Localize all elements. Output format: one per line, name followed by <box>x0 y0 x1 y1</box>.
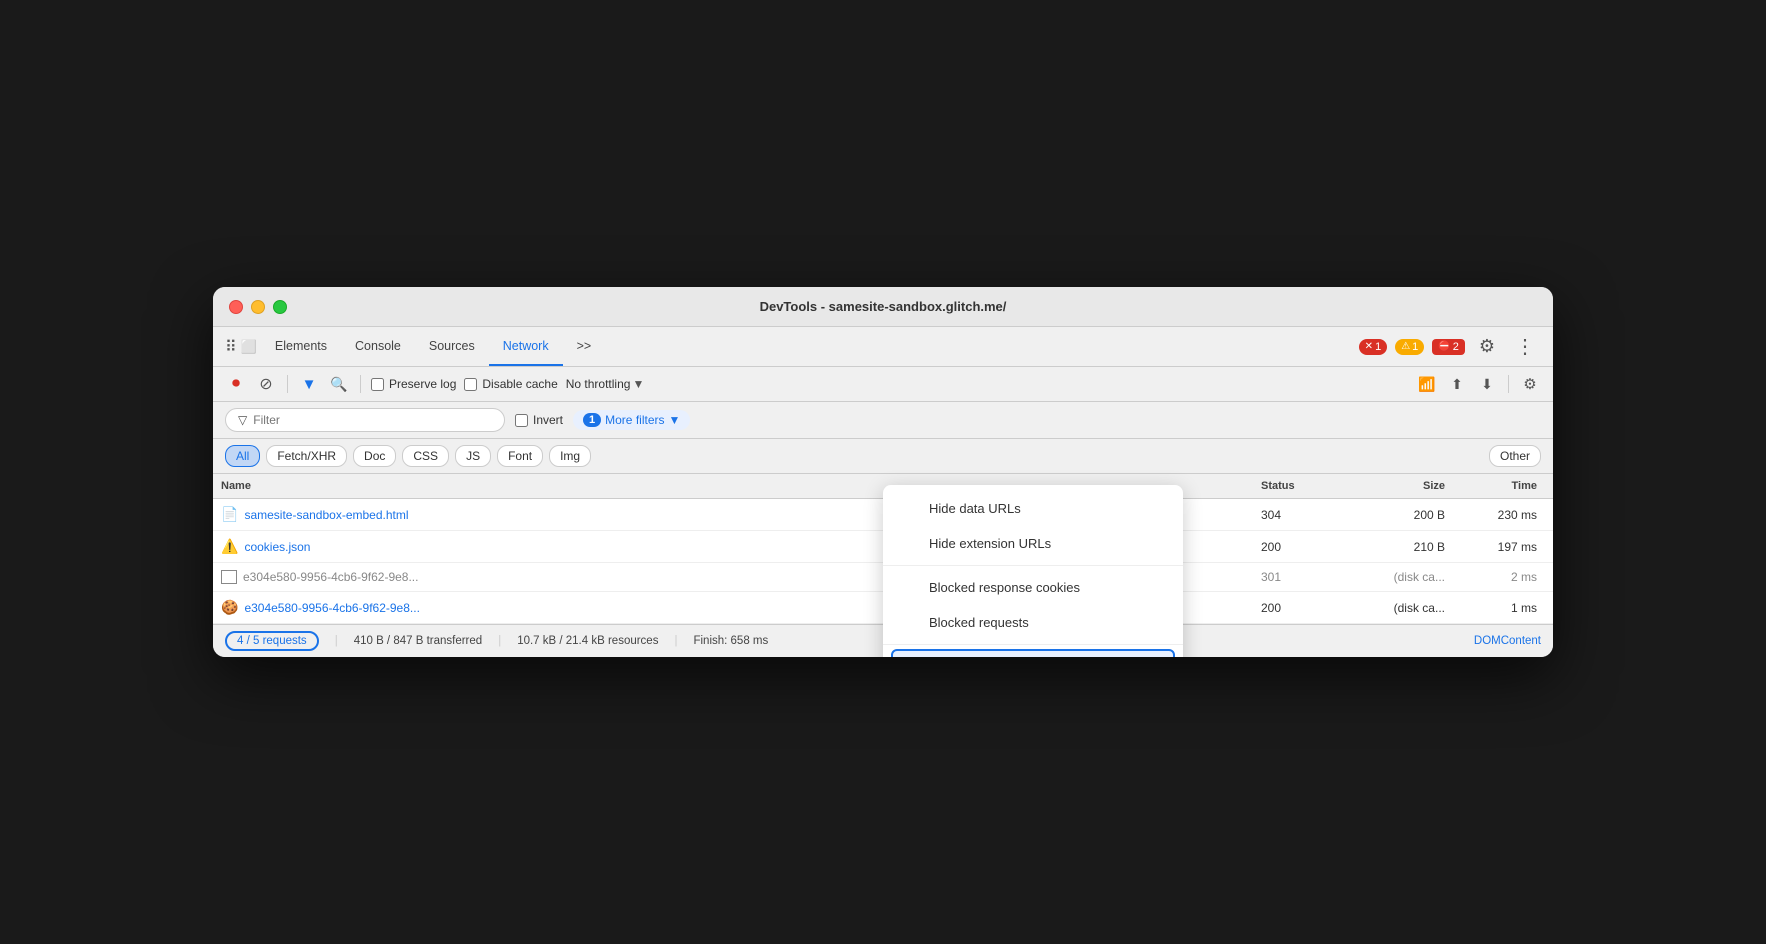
tabs-bar: ⠿ ⬜ Elements Console Sources Network >> … <box>213 327 1553 367</box>
chip-font[interactable]: Font <box>497 445 543 467</box>
network-settings-icon[interactable]: ⚙ <box>1519 373 1541 395</box>
disable-cache-checkbox[interactable] <box>464 378 477 391</box>
block-badge[interactable]: ⛔ 2 <box>1432 339 1465 355</box>
resource-size: 10.7 kB / 21.4 kB resources <box>517 635 658 647</box>
th-time: Time <box>1453 478 1553 494</box>
chip-doc[interactable]: Doc <box>353 445 396 467</box>
disable-cache-label[interactable]: Disable cache <box>464 377 557 391</box>
tab-network[interactable]: Network <box>489 327 563 366</box>
more-filters-dropdown: Hide data URLs Hide extension URLs Block… <box>883 485 1183 657</box>
selector-icon[interactable]: ⠿ <box>225 337 237 357</box>
dropdown-separator-2 <box>883 644 1183 645</box>
tab-more[interactable]: >> <box>563 327 606 366</box>
error-badge[interactable]: ✕ 1 <box>1359 339 1388 355</box>
filter-input-wrap: ▽ <box>225 408 505 432</box>
maximize-button[interactable] <box>273 300 287 314</box>
clear-button[interactable]: ⊘ <box>255 373 277 395</box>
traffic-lights <box>229 300 287 314</box>
row-filename-1: cookies.json <box>244 540 310 554</box>
td-status-0: 304 <box>1253 506 1333 524</box>
type-chips: All Fetch/XHR Doc CSS JS Font Img Other <box>213 439 1553 474</box>
doc-icon: 📄 <box>221 506 238 523</box>
td-size-3: (disk ca... <box>1333 599 1453 617</box>
close-button[interactable] <box>229 300 243 314</box>
chip-other[interactable]: Other <box>1489 445 1541 467</box>
td-size-2: (disk ca... <box>1333 568 1453 586</box>
throttle-arrow[interactable]: ▼ <box>632 377 644 391</box>
upload-icon[interactable]: ⬆ <box>1446 373 1468 395</box>
preserve-log-checkbox[interactable] <box>371 378 384 391</box>
invert-label[interactable]: Invert <box>515 413 563 427</box>
minimize-button[interactable] <box>251 300 265 314</box>
online-icon[interactable]: 📶 <box>1416 373 1438 395</box>
download-icon[interactable]: ⬇ <box>1476 373 1498 395</box>
record-button[interactable]: ⏺ <box>225 373 247 395</box>
chip-fetch-xhr[interactable]: Fetch/XHR <box>266 445 347 467</box>
warning-row-icon: ⚠️ <box>221 538 238 555</box>
finish-time: Finish: 658 ms <box>693 635 768 647</box>
th-status: Status <box>1253 478 1333 494</box>
td-time-0: 230 ms <box>1453 506 1553 524</box>
tab-console[interactable]: Console <box>341 327 415 366</box>
chip-all[interactable]: All <box>225 445 260 467</box>
cookie-icon: 🍪 <box>221 599 238 616</box>
resource-icon <box>221 570 237 584</box>
badge-area: ✕ 1 ⚠ 1 ⛔ 2 ⚙ ⋮ <box>1359 330 1541 363</box>
th-size: Size <box>1333 478 1453 494</box>
td-status-2: 301 <box>1253 568 1333 586</box>
titlebar: DevTools - samesite-sandbox.glitch.me/ <box>213 287 1553 327</box>
window-title: DevTools - samesite-sandbox.glitch.me/ <box>760 299 1007 314</box>
tab-elements[interactable]: Elements <box>261 327 341 366</box>
td-time-2: 2 ms <box>1453 568 1553 586</box>
toolbar: ⏺ ⊘ ▼ 🔍 Preserve log Disable cache No th… <box>213 367 1553 402</box>
toolbar-divider-2 <box>360 375 361 393</box>
dropdown-blocked-requests[interactable]: Blocked requests <box>883 605 1183 640</box>
warning-icon: ⚠ <box>1401 341 1410 352</box>
row-filename-0: samesite-sandbox-embed.html <box>244 508 408 522</box>
chip-css[interactable]: CSS <box>402 445 449 467</box>
toolbar-divider-1 <box>287 375 288 393</box>
dropdown-hide-extension-urls[interactable]: Hide extension URLs <box>883 526 1183 561</box>
search-icon[interactable]: 🔍 <box>328 373 350 395</box>
more-filters-arrow-icon: ▼ <box>668 413 680 427</box>
td-size-1: 210 B <box>1333 538 1453 556</box>
row-filename-2: e304e580-9956-4cb6-9f62-9e8... <box>243 570 418 584</box>
filter-bar: ▽ Invert 1 More filters ▼ <box>213 402 1553 439</box>
settings-icon[interactable]: ⚙ <box>1473 332 1501 361</box>
td-status-1: 200 <box>1253 538 1333 556</box>
transferred-size: 410 B / 847 B transferred <box>354 635 483 647</box>
td-time-1: 197 ms <box>1453 538 1553 556</box>
device-icon[interactable]: ⬜ <box>241 339 257 355</box>
dropdown-third-party-requests[interactable]: ✓ 3rd-party requests <box>891 649 1175 657</box>
more-options-icon[interactable]: ⋮ <box>1509 330 1541 363</box>
filter-funnel-icon: ▽ <box>238 413 247 427</box>
block-icon: ⛔ <box>1438 341 1450 352</box>
toolbar-divider-3 <box>1508 375 1509 393</box>
dropdown-hide-data-urls[interactable]: Hide data URLs <box>883 491 1183 526</box>
more-filters-button[interactable]: 1 More filters ▼ <box>573 410 690 430</box>
warning-badge[interactable]: ⚠ 1 <box>1395 339 1424 355</box>
preserve-log-label[interactable]: Preserve log <box>371 377 456 391</box>
td-time-3: 1 ms <box>1453 599 1553 617</box>
chip-js[interactable]: JS <box>455 445 491 467</box>
dom-content-label: DOMContent <box>1474 635 1541 647</box>
filter-icon[interactable]: ▼ <box>298 373 320 395</box>
requests-count: 4 / 5 requests <box>225 631 319 651</box>
td-status-3: 200 <box>1253 599 1333 617</box>
network-content: ⏺ ⊘ ▼ 🔍 Preserve log Disable cache No th… <box>213 367 1553 657</box>
filter-input[interactable] <box>253 413 453 427</box>
chip-img[interactable]: Img <box>549 445 591 467</box>
td-size-0: 200 B <box>1333 506 1453 524</box>
error-icon: ✕ <box>1365 341 1373 352</box>
tab-sources[interactable]: Sources <box>415 327 489 366</box>
dropdown-blocked-response-cookies[interactable]: Blocked response cookies <box>883 570 1183 605</box>
dropdown-separator-1 <box>883 565 1183 566</box>
devtools-window: DevTools - samesite-sandbox.glitch.me/ ⠿… <box>213 287 1553 657</box>
invert-checkbox[interactable] <box>515 414 528 427</box>
throttle-container: No throttling ▼ <box>566 377 645 391</box>
row-filename-3: e304e580-9956-4cb6-9f62-9e8... <box>244 601 419 615</box>
